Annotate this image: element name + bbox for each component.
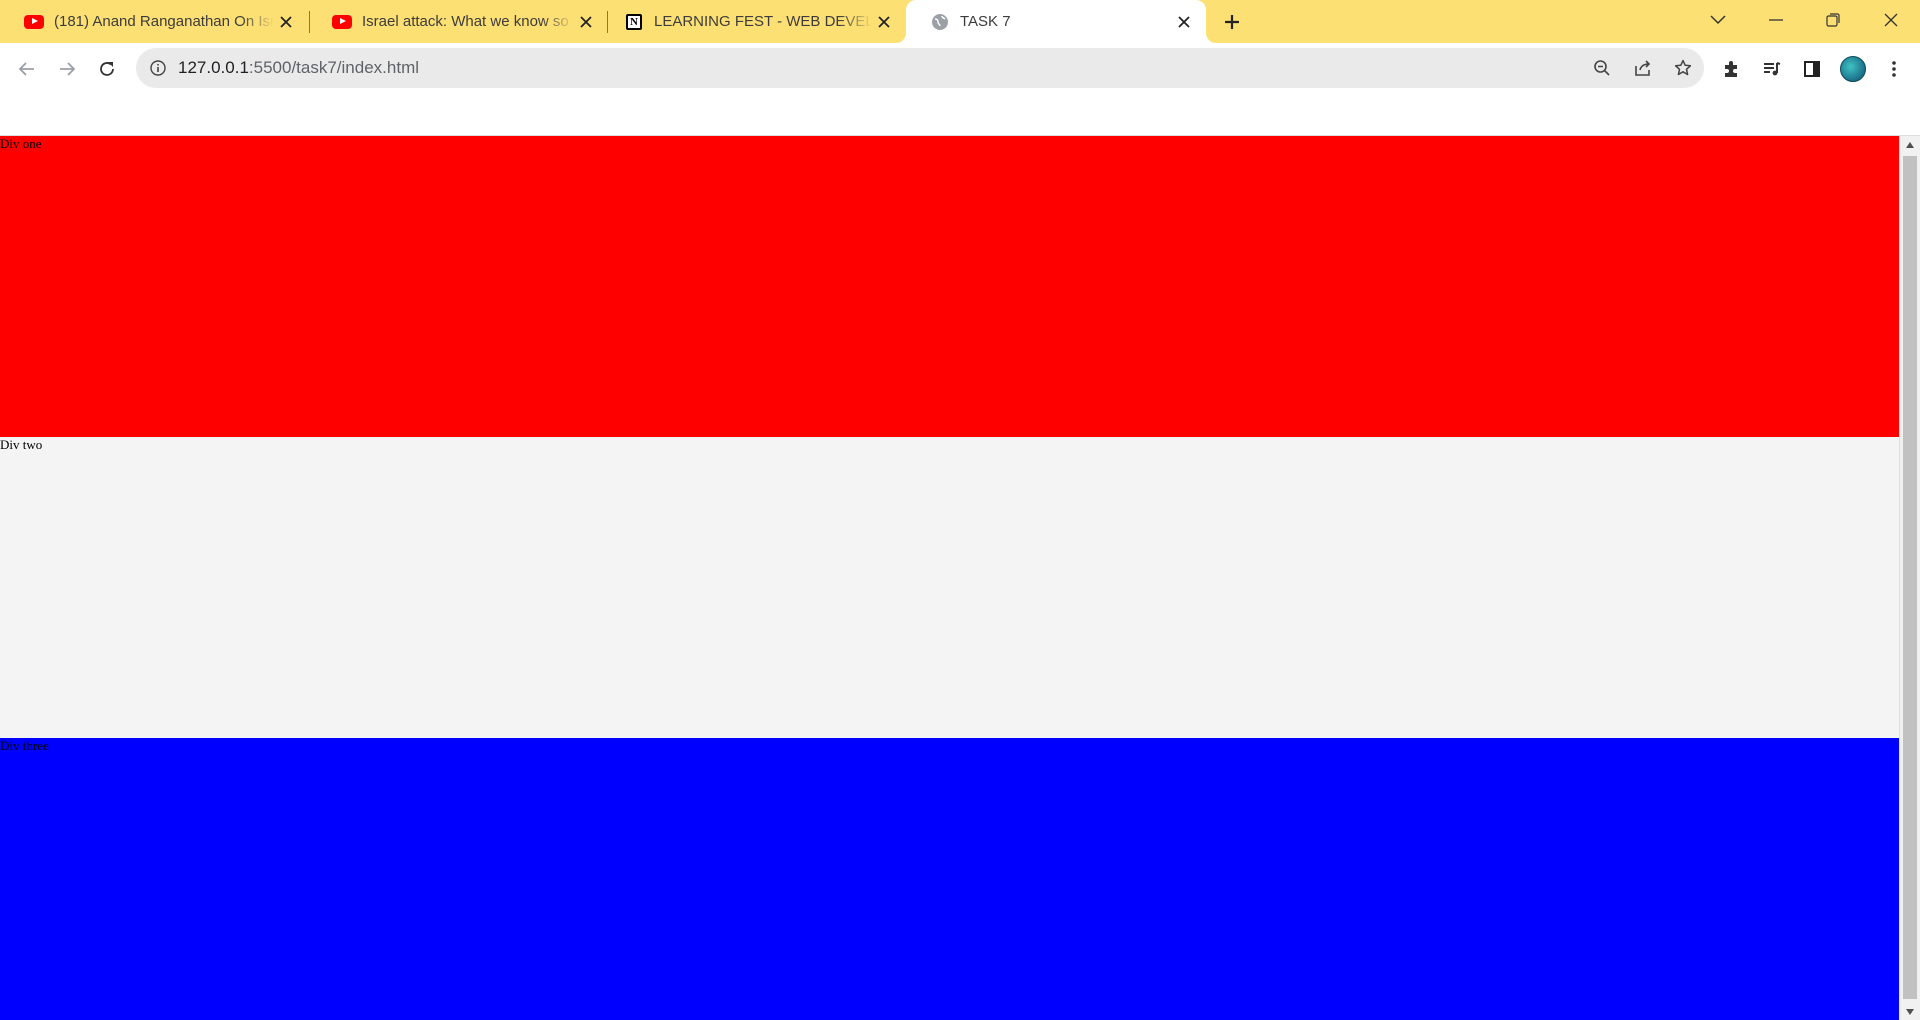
zoom-button[interactable]	[1588, 54, 1616, 82]
scroll-down-arrow[interactable]	[1900, 1003, 1920, 1020]
notion-icon: N	[624, 12, 644, 32]
playlist-icon	[1764, 62, 1781, 76]
address-bar[interactable]: 127.0.0.1:5500/task7/index.html	[136, 48, 1704, 88]
profile-button[interactable]	[1837, 53, 1869, 85]
puzzle-icon	[1725, 61, 1737, 77]
tab-title: (181) Anand Ranganathan On Isr	[54, 13, 274, 30]
close-icon[interactable]	[872, 10, 896, 34]
arrow-left-icon	[18, 62, 34, 76]
url-host: 127.0.0.1	[178, 58, 249, 77]
reload-icon	[100, 62, 114, 76]
bookmark-button[interactable]	[1669, 54, 1697, 82]
youtube-icon	[332, 12, 352, 32]
browser-toolbar: 127.0.0.1:5500/task7/index.html	[0, 43, 1920, 95]
div-two: Div two	[0, 437, 1899, 738]
tab-youtube-israel[interactable]: Israel attack: What we know so f	[308, 0, 608, 43]
arrow-right-icon	[60, 62, 76, 76]
star-icon	[1674, 59, 1692, 76]
info-icon[interactable]	[148, 58, 168, 78]
side-panel-icon	[1804, 61, 1820, 77]
close-icon[interactable]	[1172, 10, 1196, 34]
kebab-menu-icon	[1892, 61, 1896, 77]
close-icon[interactable]	[274, 10, 298, 34]
page-viewport: Div one Div two Div three	[0, 135, 1920, 1020]
div-one-label: Div one	[0, 136, 42, 151]
tab-search-button[interactable]	[1690, 0, 1746, 40]
media-button[interactable]	[1756, 53, 1788, 85]
div-three-label: Div three	[0, 738, 49, 753]
share-button[interactable]	[1629, 54, 1657, 82]
close-icon	[1884, 13, 1898, 27]
tab-youtube-anand[interactable]: (181) Anand Ranganathan On Isr	[0, 0, 308, 43]
div-two-label: Div two	[0, 437, 43, 452]
tab-task7[interactable]: TASK 7	[906, 0, 1206, 43]
tab-learning-fest[interactable]: N LEARNING FEST - WEB DEVELOP	[600, 0, 906, 43]
plus-icon	[1225, 15, 1239, 29]
side-panel-button[interactable]	[1796, 53, 1828, 85]
tab-title: LEARNING FEST - WEB DEVELOP	[654, 13, 872, 30]
new-tab-button[interactable]	[1218, 8, 1246, 36]
vertical-scrollbar[interactable]	[1899, 136, 1920, 1020]
zoom-out-icon	[1594, 60, 1610, 76]
url-path: :5500/task7/index.html	[248, 58, 420, 77]
scroll-up-arrow[interactable]	[1900, 136, 1920, 153]
tab-title: Israel attack: What we know so f	[362, 13, 574, 30]
menu-button[interactable]	[1878, 53, 1910, 85]
page-content: Div one Div two Div three	[0, 136, 1899, 1020]
chevron-down-icon	[1710, 15, 1726, 25]
restore-icon	[1826, 13, 1840, 27]
minimize-button[interactable]	[1748, 0, 1804, 40]
tab-strip: (181) Anand Ranganathan On Isr Israel at…	[0, 0, 1920, 43]
div-three: Div three	[0, 738, 1899, 1020]
scrollbar-thumb[interactable]	[1903, 156, 1917, 999]
minimize-icon	[1769, 19, 1783, 21]
div-one: Div one	[0, 136, 1899, 437]
restore-button[interactable]	[1805, 0, 1861, 40]
close-window-button[interactable]	[1863, 0, 1919, 40]
extensions-button[interactable]	[1716, 53, 1748, 85]
forward-button[interactable]	[51, 53, 83, 85]
avatar	[1840, 56, 1866, 82]
url-text[interactable]: 127.0.0.1:5500/task7/index.html	[178, 48, 419, 88]
globe-icon	[930, 12, 950, 32]
back-button[interactable]	[11, 53, 43, 85]
share-icon	[1635, 60, 1651, 76]
youtube-icon	[24, 12, 44, 32]
tab-title: TASK 7	[960, 13, 1011, 30]
close-icon[interactable]	[574, 10, 598, 34]
reload-button[interactable]	[91, 53, 123, 85]
